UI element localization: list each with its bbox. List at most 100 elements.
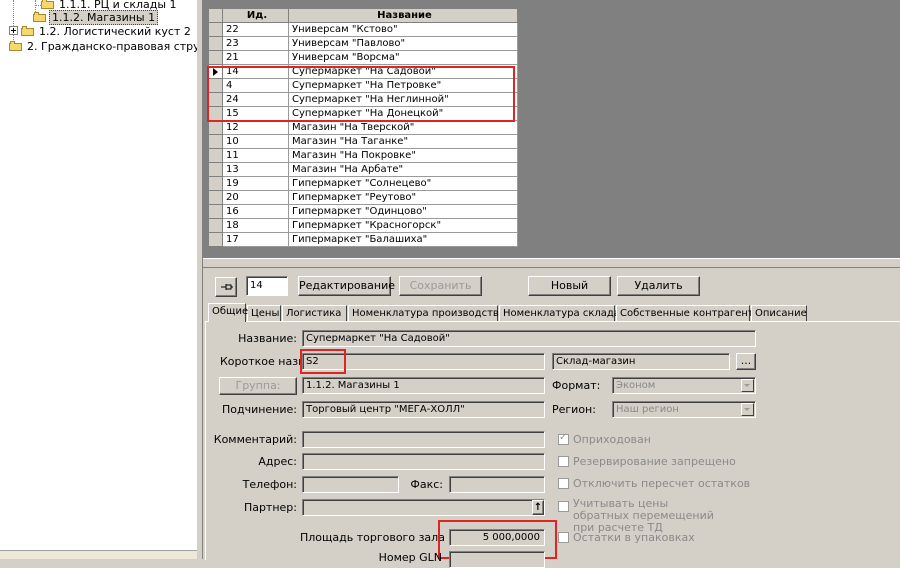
stores-grid[interactable]: Ид. Название 22 Универсам "Кстово" 23 Униве… — [208, 8, 518, 247]
table-row[interactable]: 22 Универсам "Кстово" — [208, 22, 518, 37]
tree-node-civil-structure[interactable]: 2. Гражданско-правовая структура — [9, 40, 197, 54]
cell-name[interactable]: Гипермаркет "Балашиха" — [288, 232, 518, 247]
cell-id[interactable]: 18 — [222, 218, 289, 233]
new-button[interactable]: Новый — [528, 276, 611, 296]
cell-id[interactable]: 14 — [222, 64, 289, 79]
expand-icon[interactable] — [9, 26, 18, 35]
row-indicator[interactable] — [208, 50, 223, 65]
row-indicator[interactable] — [208, 190, 223, 205]
table-row[interactable]: 13 Магазин "На Арбате" — [208, 162, 518, 177]
cell-id[interactable]: 20 — [222, 190, 289, 205]
cell-name[interactable]: Супермаркет "На Донецкой" — [288, 106, 518, 121]
partner-field[interactable] — [302, 499, 545, 516]
group-button[interactable]: Группа: — [219, 377, 297, 395]
region-combo[interactable]: Наш регион — [612, 401, 756, 418]
tree-node-logistics-cluster[interactable]: 1.2. Логистический куст 2 — [9, 25, 193, 39]
cell-id[interactable]: 24 — [222, 92, 289, 107]
row-indicator[interactable] — [208, 120, 223, 135]
return-prices-checkbox[interactable] — [558, 501, 569, 512]
table-row[interactable]: 15 Супермаркет "На Донецкой" — [208, 106, 518, 121]
cell-id[interactable]: 4 — [222, 78, 289, 93]
chevron-down-icon[interactable] — [741, 403, 754, 416]
cell-id[interactable]: 12 — [222, 120, 289, 135]
row-indicator[interactable] — [208, 22, 223, 37]
chevron-down-icon[interactable] — [741, 379, 754, 392]
row-indicator[interactable] — [208, 134, 223, 149]
table-row[interactable]: 19 Гипермаркет "Солнецево" — [208, 176, 518, 191]
cell-name[interactable]: Гипермаркет "Солнецево" — [288, 176, 518, 191]
partner-select-button[interactable]: ↑ — [532, 500, 544, 515]
grid-resize-bar[interactable] — [203, 258, 900, 268]
cell-id[interactable]: 23 — [222, 36, 289, 51]
cell-id[interactable]: 16 — [222, 204, 289, 219]
tab-description[interactable]: Описание — [751, 305, 807, 321]
phone-field[interactable] — [302, 476, 399, 493]
subordination-field[interactable]: Торговый центр "МЕГА-ХОЛЛ" — [302, 401, 545, 418]
table-row[interactable]: 11 Магазин "На Покровке" — [208, 148, 518, 163]
cell-name[interactable]: Супермаркет "На Садовой" — [288, 64, 518, 79]
table-row[interactable]: 16 Гипермаркет "Одинцово" — [208, 204, 518, 219]
tab-prices[interactable]: Цены — [247, 305, 281, 321]
row-indicator[interactable] — [208, 218, 223, 233]
comment-field[interactable] — [302, 431, 545, 448]
row-indicator[interactable] — [208, 78, 223, 93]
disable-recalc-checkbox[interactable] — [558, 478, 569, 489]
cell-name[interactable]: Универсам "Ворсма" — [288, 50, 518, 65]
table-row[interactable]: 24 Супермаркет "На Неглинной" — [208, 92, 518, 107]
cell-name[interactable]: Супермаркет "На Неглинной" — [288, 92, 518, 107]
cell-name[interactable]: Гипермаркет "Красногорск" — [288, 218, 518, 233]
cell-id[interactable]: 21 — [222, 50, 289, 65]
group-field[interactable]: 1.1.2. Магазины 1 — [302, 377, 545, 394]
cell-id[interactable]: 19 — [222, 176, 289, 191]
cell-id[interactable]: 10 — [222, 134, 289, 149]
cell-name[interactable]: Гипермаркет "Реутово" — [288, 190, 518, 205]
row-indicator[interactable] — [208, 148, 223, 163]
edit-button[interactable]: Редактирование — [298, 276, 395, 296]
row-indicator[interactable] — [208, 176, 223, 191]
column-header-name[interactable]: Название — [288, 8, 518, 23]
cell-id[interactable]: 13 — [222, 162, 289, 177]
id-field[interactable]: 14 — [246, 276, 288, 296]
row-indicator[interactable] — [208, 162, 223, 177]
save-button[interactable]: Сохранить — [399, 276, 482, 296]
cell-id[interactable]: 15 — [222, 106, 289, 121]
name-field[interactable]: Супермаркет "На Садовой" — [302, 330, 756, 347]
cell-name[interactable]: Супермаркет "На Петровке" — [288, 78, 518, 93]
address-field[interactable] — [302, 453, 545, 470]
cell-name[interactable]: Универсам "Кстово" — [288, 22, 518, 37]
cell-id[interactable]: 22 — [222, 22, 289, 37]
tab-general[interactable]: Общие — [208, 303, 248, 322]
object-type-select-button[interactable]: ... — [736, 353, 756, 370]
short-name-field[interactable]: S2 — [302, 353, 545, 370]
cell-name[interactable]: Гипермаркет "Одинцово" — [288, 204, 518, 219]
table-row[interactable]: 18 Гипермаркет "Красногорск" — [208, 218, 518, 233]
table-row[interactable]: 4 Супермаркет "На Петровке" — [208, 78, 518, 93]
fax-field[interactable] — [449, 476, 545, 493]
row-indicator[interactable] — [208, 36, 223, 51]
received-checkbox[interactable] — [558, 432, 569, 445]
tab-logistics[interactable]: Логистика — [282, 305, 347, 321]
table-row[interactable]: 10 Магазин "На Таганке" — [208, 134, 518, 149]
row-indicator[interactable] — [208, 106, 223, 121]
table-row[interactable]: 14 Супермаркет "На Садовой" — [208, 64, 518, 79]
row-indicator[interactable] — [208, 92, 223, 107]
cell-name[interactable]: Универсам "Павлово" — [288, 36, 518, 51]
sales-area-field[interactable]: 5 000,0000 — [449, 529, 545, 546]
cell-name[interactable]: Магазин "На Таганке" — [288, 134, 518, 149]
table-row[interactable]: 12 Магазин "На Тверской" — [208, 120, 518, 135]
format-combo[interactable]: Эконом — [612, 377, 756, 394]
object-type-field[interactable]: Склад-магазин — [552, 353, 730, 370]
cell-name[interactable]: Магазин "На Покровке" — [288, 148, 518, 163]
row-indicator[interactable] — [208, 232, 223, 247]
table-row[interactable]: 17 Гипермаркет "Балашиха" — [208, 232, 518, 247]
cell-name[interactable]: Магазин "На Арбате" — [288, 162, 518, 177]
tab-warehouse-nomenclature[interactable]: Номенклатура склада — [499, 305, 620, 321]
cell-id[interactable]: 11 — [222, 148, 289, 163]
tree-node-shops[interactable]: 1.1.2. Магазины 1 — [33, 10, 159, 25]
cell-name[interactable]: Магазин "На Тверской" — [288, 120, 518, 135]
pin-button[interactable] — [215, 277, 237, 297]
tab-production-nomenclature[interactable]: Номенклатура производства — [348, 305, 505, 321]
cell-id[interactable]: 17 — [222, 232, 289, 247]
table-row[interactable]: 20 Гипермаркет "Реутово" — [208, 190, 518, 205]
column-header-id[interactable]: Ид. — [222, 8, 289, 23]
